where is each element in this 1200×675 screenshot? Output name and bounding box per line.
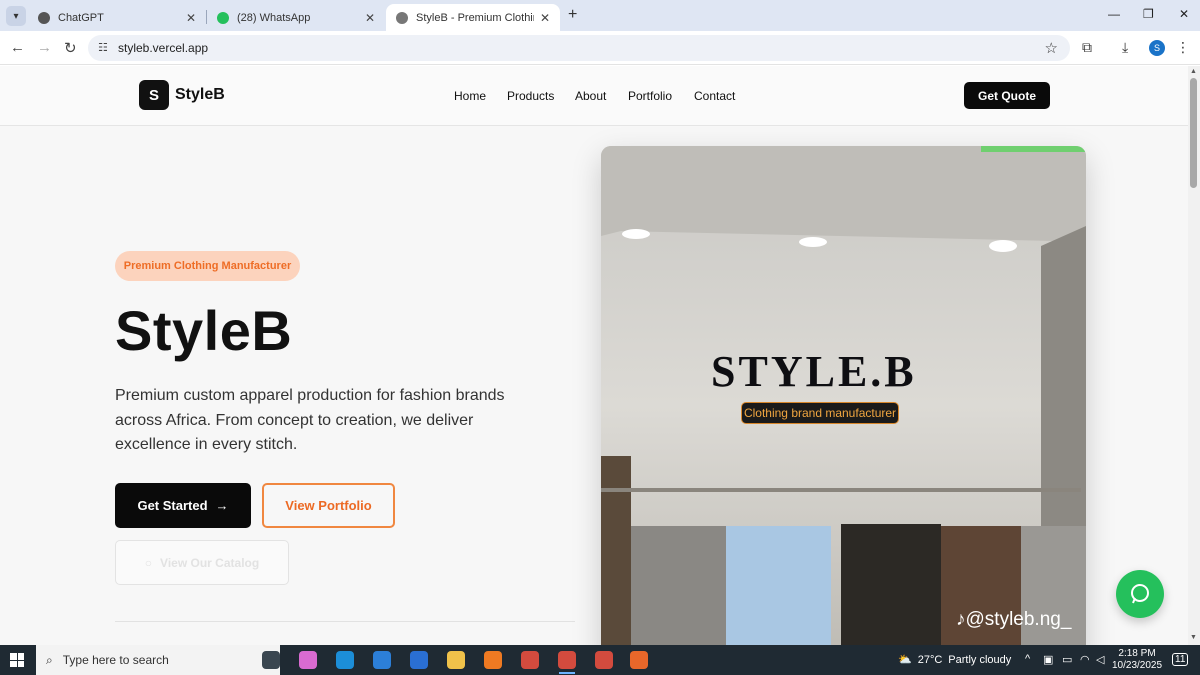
minimize-icon[interactable]: — — [1108, 7, 1120, 21]
view-catalog-label: View Our Catalog — [160, 555, 260, 570]
browser-toolbar: ← → ↻ ☷ styleb.vercel.app ☆ ⧉ ⤓ ⋮ — [0, 31, 1200, 65]
back-icon[interactable]: ← — [10, 39, 25, 56]
store-icon[interactable] — [373, 651, 391, 669]
weather-widget[interactable]: ⛅ 27°C Partly cloudy — [898, 653, 1012, 667]
tab-search-icon[interactable]: ▾ — [6, 6, 26, 26]
arrow-right-icon: → — [215, 498, 229, 513]
app-icon[interactable] — [630, 651, 648, 669]
copilot-icon[interactable] — [299, 651, 317, 669]
store-sign-text: STYLE.B — [711, 347, 917, 396]
chrome-icon[interactable] — [595, 651, 613, 669]
file-explorer-icon[interactable] — [447, 651, 465, 669]
tab-title: StyleB - Premium Clothing Man — [416, 11, 534, 24]
reload-icon[interactable]: ↻ — [64, 39, 77, 57]
logo-icon[interactable]: S — [139, 80, 169, 110]
tray-app-icon[interactable]: ▣ — [1043, 653, 1053, 666]
site-header: S StyleB Home Products About Portfolio C… — [0, 66, 1188, 126]
chat-bubble-icon: ○ — [144, 555, 153, 570]
tab-whatsapp[interactable]: (28) WhatsApp ✕ — [207, 4, 385, 31]
mail-icon[interactable] — [410, 651, 428, 669]
close-icon[interactable]: ✕ — [186, 11, 196, 25]
tab-title: (28) WhatsApp — [237, 11, 311, 24]
chrome-icon[interactable] — [558, 651, 576, 669]
new-tab-button[interactable]: + — [568, 6, 577, 24]
get-started-label: Get Started — [137, 498, 208, 513]
site-info-icon[interactable]: ☷ — [98, 41, 108, 54]
chatgpt-icon — [38, 11, 50, 24]
view-catalog-button[interactable]: ○ View Our Catalog — [115, 540, 289, 585]
volume-icon[interactable]: ◁ — [1096, 653, 1104, 666]
hero-description: Premium custom apparel production for fa… — [115, 387, 505, 453]
windows-start-icon[interactable] — [10, 653, 24, 667]
address-bar[interactable]: ☷ styleb.vercel.app ☆ — [88, 35, 1070, 61]
url-text[interactable]: styleb.vercel.app — [118, 41, 208, 55]
extensions-icon[interactable]: ⧉ — [1082, 39, 1092, 56]
chevron-up-icon[interactable]: ^ — [1025, 653, 1030, 665]
edge-icon[interactable] — [336, 651, 354, 669]
windows-taskbar: ⌕ Type here to search ⛅ 27°C Partly clou… — [0, 645, 1200, 675]
scroll-up-icon[interactable]: ▲ — [1190, 68, 1197, 75]
nav-portfolio[interactable]: Portfolio — [628, 89, 672, 103]
close-icon[interactable]: ✕ — [365, 11, 375, 25]
partly-cloudy-icon: ⛅ — [898, 654, 912, 666]
store-subsign-text: Clothing brand manufacturer — [741, 402, 899, 424]
search-icon: ⌕ — [46, 652, 53, 667]
forward-icon[interactable]: → — [37, 39, 52, 56]
weather-temp: 27°C — [917, 653, 943, 666]
hero-title: StyleB — [115, 299, 293, 362]
tiktok-icon: ♪ — [956, 609, 966, 630]
notification-icon[interactable]: 11 — [1172, 653, 1189, 666]
clock-date: 10/23/2025 — [1112, 660, 1163, 671]
wifi-icon[interactable]: ◠ — [1080, 653, 1090, 666]
browser-tab-bar: ▾ ChatGPT ✕ (28) WhatsApp ✕ StyleB - Pre… — [0, 0, 1200, 31]
task-view-icon[interactable] — [262, 651, 280, 669]
window-close-icon[interactable]: ✕ — [1179, 7, 1189, 21]
taskbar-search[interactable]: ⌕ Type here to search — [36, 645, 280, 675]
firefox-icon[interactable] — [484, 651, 502, 669]
profile-avatar[interactable]: S — [1149, 40, 1165, 56]
web-page: S StyleB Home Products About Portfolio C… — [0, 66, 1188, 645]
nav-about[interactable]: About — [575, 89, 606, 103]
hero-badge: Premium Clothing Manufacturer — [115, 251, 300, 281]
close-icon[interactable]: ✕ — [540, 11, 550, 25]
whatsapp-chat-button[interactable] — [1116, 570, 1164, 618]
nav-contact[interactable]: Contact — [694, 89, 735, 103]
download-icon[interactable]: ⤓ — [1122, 39, 1128, 56]
tiktok-handle-text: @styleb.ng_ — [965, 609, 1072, 630]
nav-products[interactable]: Products — [507, 89, 554, 103]
restore-icon[interactable]: ❐ — [1143, 7, 1154, 21]
whatsapp-icon — [217, 11, 229, 24]
taskbar-search-placeholder: Type here to search — [62, 653, 169, 667]
tab-chatgpt[interactable]: ChatGPT ✕ — [28, 4, 206, 31]
system-clock[interactable]: 2:18 PM 10/23/2025 — [1112, 648, 1162, 672]
scroll-down-icon[interactable]: ▼ — [1190, 634, 1197, 641]
battery-icon[interactable]: ▭ — [1062, 653, 1072, 666]
get-started-button[interactable]: Get Started → — [115, 483, 251, 528]
weather-text: Partly cloudy — [948, 653, 1012, 666]
scroll-thumb[interactable] — [1190, 78, 1197, 188]
tab-styleb[interactable]: StyleB - Premium Clothing Man ✕ — [386, 4, 560, 31]
chrome-icon[interactable] — [521, 651, 539, 669]
globe-icon — [396, 11, 408, 24]
active-app-indicator — [559, 672, 575, 674]
clock-time: 2:18 PM — [1118, 648, 1156, 659]
get-quote-button[interactable]: Get Quote — [964, 82, 1050, 109]
menu-icon[interactable]: ⋮ — [1176, 39, 1190, 56]
store-photo: STYLE.B Clothing brand manufacturer ♪@st… — [601, 146, 1086, 645]
page-scrollbar[interactable]: ▲ ▼ — [1188, 66, 1200, 645]
tab-title: ChatGPT — [58, 11, 104, 24]
nav-home[interactable]: Home — [454, 89, 486, 103]
logo-text[interactable]: StyleB — [175, 86, 225, 104]
tiktok-handle: ♪@styleb.ng_ — [956, 609, 1071, 631]
hero-divider — [115, 621, 575, 622]
bookmark-star-icon[interactable]: ☆ — [1045, 39, 1058, 57]
whatsapp-icon — [1131, 584, 1149, 604]
view-portfolio-button[interactable]: View Portfolio — [262, 483, 395, 528]
